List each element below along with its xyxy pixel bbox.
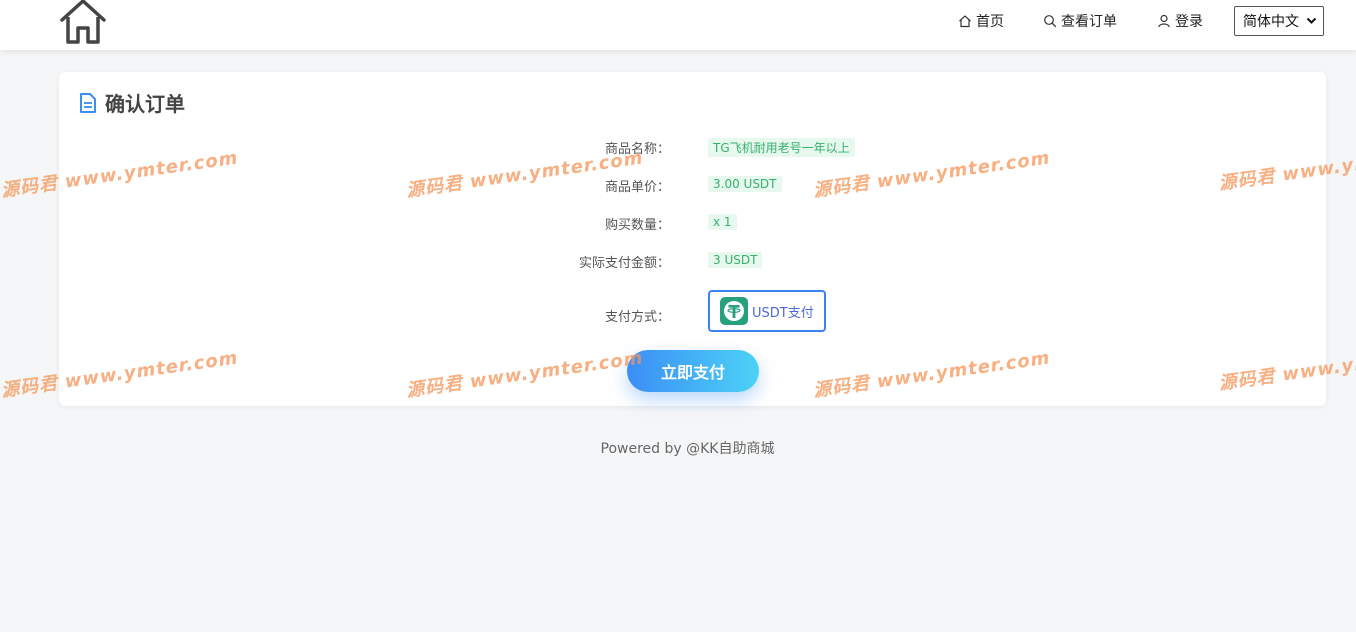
usdt-icon [720,297,748,325]
field-row-product-name: 商品名称： TG飞机耐用老号一年以上 [59,136,1326,160]
nav-login-label: 登录 [1175,14,1203,30]
nav-home[interactable]: 首页 [958,0,1004,42]
home-logo-icon[interactable] [58,0,108,46]
nav-login[interactable]: 登录 [1157,0,1203,42]
page: 首页 查看订单 登录 简体中文 确认订单 商品名称： TG飞机耐用老号一年以上 … [0,0,1356,632]
field-value: 3 USDT [708,252,763,268]
top-navbar: 首页 查看订单 登录 简体中文 [0,0,1356,50]
field-value: 3.00 USDT [708,176,782,192]
nav-orders[interactable]: 查看订单 [1043,0,1117,42]
field-label: 实际支付金额： [578,256,670,271]
user-icon [1158,14,1170,28]
pay-now-button[interactable]: 立即支付 [627,350,759,392]
field-label: 购买数量： [604,218,670,233]
field-row-quantity: 购买数量： x 1 [59,212,1326,236]
nav-orders-label: 查看订单 [1061,14,1117,30]
field-row-total-amount: 实际支付金额： 3 USDT [59,250,1326,274]
document-icon [80,92,96,113]
home-icon [959,15,971,28]
search-icon [1044,15,1057,28]
page-title: 确认订单 [105,92,185,116]
confirm-order-card: 确认订单 商品名称： TG飞机耐用老号一年以上 商品单价： 3.00 USDT … [59,72,1326,406]
field-label: 商品单价： [604,180,670,195]
footer-powered-by: Powered by @KK自助商城 [600,441,775,457]
field-value: TG飞机耐用老号一年以上 [708,138,855,157]
language-select[interactable]: 简体中文 [1234,6,1324,36]
payment-method-label: 支付方式： [604,310,670,325]
nav-home-label: 首页 [976,14,1004,30]
field-row-unit-price: 商品单价： 3.00 USDT [59,174,1326,198]
field-label: 商品名称： [604,142,670,157]
usdt-payment-option[interactable]: USDT支付 [708,290,826,332]
field-row-payment-method: 支付方式： [59,304,1326,328]
language-select-value: 简体中文 [1243,14,1299,30]
chevron-down-icon [1306,17,1317,24]
card-title: 确认订单 [79,88,185,117]
field-value: x 1 [708,214,737,230]
usdt-payment-label: USDT支付 [752,305,814,321]
